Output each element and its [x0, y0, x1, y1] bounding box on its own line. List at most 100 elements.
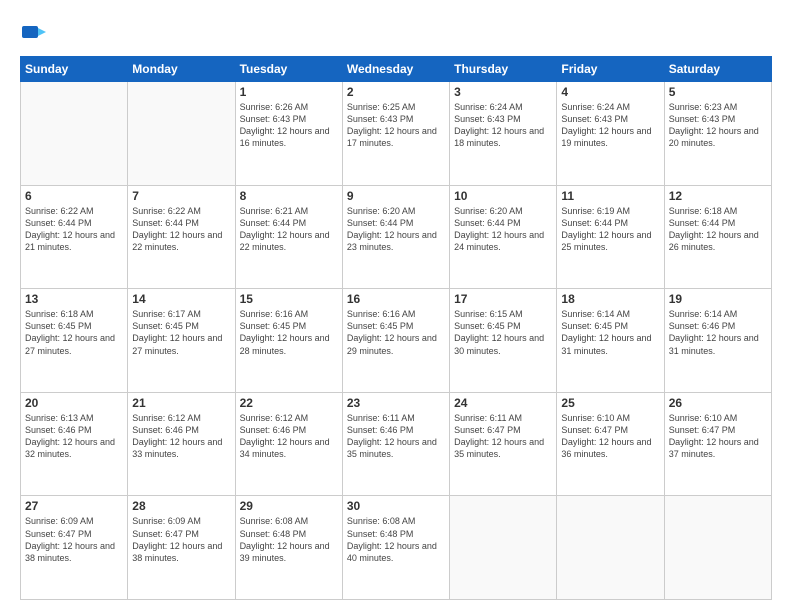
day-number: 6	[25, 189, 123, 203]
day-number: 18	[561, 292, 659, 306]
calendar-cell: 10Sunrise: 6:20 AM Sunset: 6:44 PM Dayli…	[450, 185, 557, 289]
day-number: 30	[347, 499, 445, 513]
calendar-week-row: 1 Sunrise: 6:26 AM Sunset: 6:43 PM Daylig…	[21, 82, 772, 186]
calendar-week-row: 20 Sunrise: 6:13 AM Sunset: 6:46 PM Dayli…	[21, 392, 772, 496]
calendar-cell: 4 Sunrise: 6:24 AM Sunset: 6:43 PM Daylig…	[557, 82, 664, 186]
calendar-cell: 27 Sunrise: 6:09 AM Sunset: 6:47 PM Dayli…	[21, 496, 128, 600]
calendar-cell: 28Sunrise: 6:09 AM Sunset: 6:47 PM Dayli…	[128, 496, 235, 600]
calendar-cell: 16 Sunrise: 6:16 AM Sunset: 6:45 PM Dayli…	[342, 289, 449, 393]
calendar-cell: 30 Sunrise: 6:08 AM Sunset: 6:48 PM Dayli…	[342, 496, 449, 600]
calendar-cell: 13Sunrise: 6:18 AM Sunset: 6:45 PM Dayli…	[21, 289, 128, 393]
day-info: Sunrise: 6:09 AM Sunset: 6:47 PM Dayligh…	[25, 515, 123, 564]
page: Sunday Monday Tuesday Wednesday Thursday…	[0, 0, 792, 612]
calendar-cell: 1 Sunrise: 6:26 AM Sunset: 6:43 PM Daylig…	[235, 82, 342, 186]
calendar-cell: 9 Sunrise: 6:20 AM Sunset: 6:44 PM Daylig…	[342, 185, 449, 289]
day-number: 3	[454, 85, 552, 99]
day-info: Sunrise: 6:12 AM Sunset: 6:46 PM Dayligh…	[240, 412, 338, 461]
day-number: 9	[347, 189, 445, 203]
day-number: 23	[347, 396, 445, 410]
col-friday: Friday	[557, 57, 664, 82]
day-info: Sunrise: 6:26 AM Sunset: 6:43 PM Dayligh…	[240, 101, 338, 150]
logo-icon	[20, 18, 48, 46]
day-number: 7	[132, 189, 230, 203]
day-number: 27	[25, 499, 123, 513]
day-info: Sunrise: 6:08 AM Sunset: 6:48 PM Dayligh…	[240, 515, 338, 564]
calendar-cell	[557, 496, 664, 600]
calendar-cell: 3 Sunrise: 6:24 AM Sunset: 6:43 PM Daylig…	[450, 82, 557, 186]
calendar-week-row: 13Sunrise: 6:18 AM Sunset: 6:45 PM Dayli…	[21, 289, 772, 393]
day-info: Sunrise: 6:18 AM Sunset: 6:44 PM Dayligh…	[669, 205, 767, 254]
day-info: Sunrise: 6:11 AM Sunset: 6:47 PM Dayligh…	[454, 412, 552, 461]
col-tuesday: Tuesday	[235, 57, 342, 82]
day-number: 4	[561, 85, 659, 99]
col-sunday: Sunday	[21, 57, 128, 82]
day-number: 13	[25, 292, 123, 306]
header	[20, 18, 772, 46]
calendar-cell: 8 Sunrise: 6:21 AM Sunset: 6:44 PM Daylig…	[235, 185, 342, 289]
day-number: 22	[240, 396, 338, 410]
day-info: Sunrise: 6:19 AM Sunset: 6:44 PM Dayligh…	[561, 205, 659, 254]
day-number: 14	[132, 292, 230, 306]
day-number: 16	[347, 292, 445, 306]
day-info: Sunrise: 6:21 AM Sunset: 6:44 PM Dayligh…	[240, 205, 338, 254]
col-wednesday: Wednesday	[342, 57, 449, 82]
day-info: Sunrise: 6:08 AM Sunset: 6:48 PM Dayligh…	[347, 515, 445, 564]
day-info: Sunrise: 6:23 AM Sunset: 6:43 PM Dayligh…	[669, 101, 767, 150]
day-number: 26	[669, 396, 767, 410]
day-info: Sunrise: 6:14 AM Sunset: 6:46 PM Dayligh…	[669, 308, 767, 357]
col-thursday: Thursday	[450, 57, 557, 82]
day-info: Sunrise: 6:15 AM Sunset: 6:45 PM Dayligh…	[454, 308, 552, 357]
day-number: 15	[240, 292, 338, 306]
calendar-cell: 24 Sunrise: 6:11 AM Sunset: 6:47 PM Dayli…	[450, 392, 557, 496]
day-number: 25	[561, 396, 659, 410]
header-row: Sunday Monday Tuesday Wednesday Thursday…	[21, 57, 772, 82]
calendar-cell	[21, 82, 128, 186]
calendar-cell: 11Sunrise: 6:19 AM Sunset: 6:44 PM Dayli…	[557, 185, 664, 289]
calendar-table: Sunday Monday Tuesday Wednesday Thursday…	[20, 56, 772, 600]
day-info: Sunrise: 6:24 AM Sunset: 6:43 PM Dayligh…	[561, 101, 659, 150]
day-info: Sunrise: 6:11 AM Sunset: 6:46 PM Dayligh…	[347, 412, 445, 461]
calendar-cell: 26 Sunrise: 6:10 AM Sunset: 6:47 PM Dayli…	[664, 392, 771, 496]
day-number: 2	[347, 85, 445, 99]
day-info: Sunrise: 6:13 AM Sunset: 6:46 PM Dayligh…	[25, 412, 123, 461]
calendar-body: 1 Sunrise: 6:26 AM Sunset: 6:43 PM Daylig…	[21, 82, 772, 600]
calendar-cell: 20 Sunrise: 6:13 AM Sunset: 6:46 PM Dayli…	[21, 392, 128, 496]
calendar-cell: 14Sunrise: 6:17 AM Sunset: 6:45 PM Dayli…	[128, 289, 235, 393]
day-number: 20	[25, 396, 123, 410]
calendar-cell: 18 Sunrise: 6:14 AM Sunset: 6:45 PM Dayli…	[557, 289, 664, 393]
calendar-cell: 19Sunrise: 6:14 AM Sunset: 6:46 PM Dayli…	[664, 289, 771, 393]
day-number: 29	[240, 499, 338, 513]
day-info: Sunrise: 6:14 AM Sunset: 6:45 PM Dayligh…	[561, 308, 659, 357]
day-info: Sunrise: 6:12 AM Sunset: 6:46 PM Dayligh…	[132, 412, 230, 461]
day-info: Sunrise: 6:10 AM Sunset: 6:47 PM Dayligh…	[669, 412, 767, 461]
calendar-cell: 15 Sunrise: 6:16 AM Sunset: 6:45 PM Dayli…	[235, 289, 342, 393]
day-info: Sunrise: 6:25 AM Sunset: 6:43 PM Dayligh…	[347, 101, 445, 150]
calendar-cell: 22 Sunrise: 6:12 AM Sunset: 6:46 PM Dayli…	[235, 392, 342, 496]
calendar-cell: 12 Sunrise: 6:18 AM Sunset: 6:44 PM Dayli…	[664, 185, 771, 289]
day-number: 1	[240, 85, 338, 99]
calendar-cell: 2 Sunrise: 6:25 AM Sunset: 6:43 PM Daylig…	[342, 82, 449, 186]
calendar-week-row: 6 Sunrise: 6:22 AM Sunset: 6:44 PM Daylig…	[21, 185, 772, 289]
day-info: Sunrise: 6:16 AM Sunset: 6:45 PM Dayligh…	[347, 308, 445, 357]
day-info: Sunrise: 6:10 AM Sunset: 6:47 PM Dayligh…	[561, 412, 659, 461]
calendar-cell: 21 Sunrise: 6:12 AM Sunset: 6:46 PM Dayli…	[128, 392, 235, 496]
calendar-week-row: 27 Sunrise: 6:09 AM Sunset: 6:47 PM Dayli…	[21, 496, 772, 600]
day-number: 24	[454, 396, 552, 410]
calendar-cell: 6 Sunrise: 6:22 AM Sunset: 6:44 PM Daylig…	[21, 185, 128, 289]
day-number: 8	[240, 189, 338, 203]
col-saturday: Saturday	[664, 57, 771, 82]
calendar-cell: 29 Sunrise: 6:08 AM Sunset: 6:48 PM Dayli…	[235, 496, 342, 600]
calendar-cell: 23 Sunrise: 6:11 AM Sunset: 6:46 PM Dayli…	[342, 392, 449, 496]
day-info: Sunrise: 6:20 AM Sunset: 6:44 PM Dayligh…	[347, 205, 445, 254]
calendar-cell: 7 Sunrise: 6:22 AM Sunset: 6:44 PM Daylig…	[128, 185, 235, 289]
day-number: 28	[132, 499, 230, 513]
calendar-cell: 17 Sunrise: 6:15 AM Sunset: 6:45 PM Dayli…	[450, 289, 557, 393]
day-info: Sunrise: 6:22 AM Sunset: 6:44 PM Dayligh…	[25, 205, 123, 254]
day-info: Sunrise: 6:22 AM Sunset: 6:44 PM Dayligh…	[132, 205, 230, 254]
day-info: Sunrise: 6:16 AM Sunset: 6:45 PM Dayligh…	[240, 308, 338, 357]
day-info: Sunrise: 6:24 AM Sunset: 6:43 PM Dayligh…	[454, 101, 552, 150]
day-number: 12	[669, 189, 767, 203]
day-number: 17	[454, 292, 552, 306]
day-number: 21	[132, 396, 230, 410]
calendar-header: Sunday Monday Tuesday Wednesday Thursday…	[21, 57, 772, 82]
